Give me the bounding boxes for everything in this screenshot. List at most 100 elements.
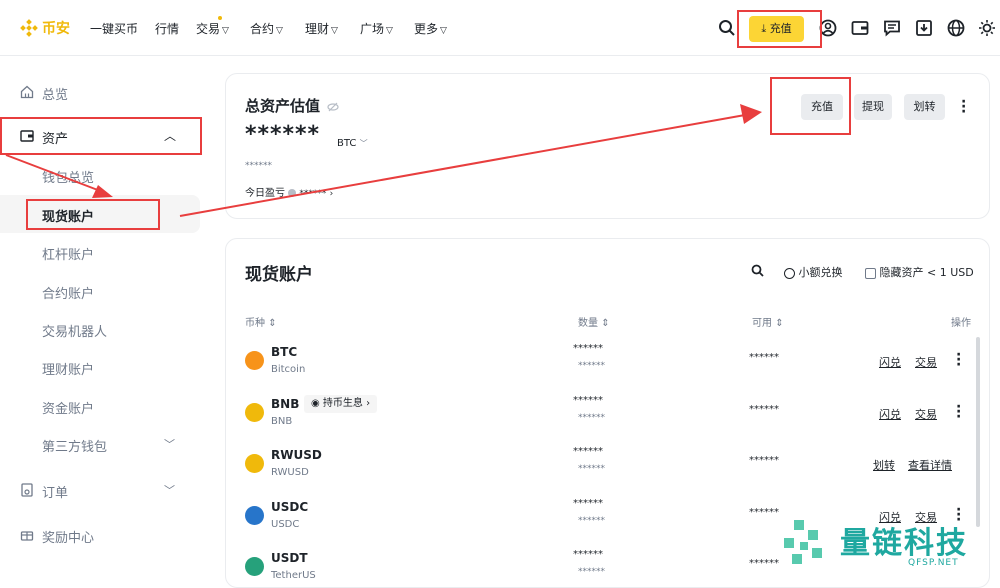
top-navigation: 币安 一键买币 行情 交易 ▽ 合约 ▽ 理财 ▽ 广场 ▽ 更多 ▽ ⤓ 充值: [0, 0, 1000, 56]
chevron-down-icon: ▽: [440, 26, 447, 36]
fiat-value-masked: ******: [245, 161, 272, 171]
convert-icon: [784, 267, 795, 279]
chevron-right-icon[interactable]: ›: [330, 189, 334, 199]
search-icon[interactable]: [751, 264, 764, 277]
transfer-button[interactable]: 划转: [904, 94, 945, 120]
coin-name: RWUSD: [271, 467, 309, 478]
sidebar-item-wallet-overview[interactable]: 钱包总览: [0, 156, 200, 194]
sort-icon: ⇕: [601, 318, 610, 329]
theme-sun-icon[interactable]: [977, 18, 997, 38]
column-header-available[interactable]: 可用 ⇕: [752, 314, 784, 329]
watermark-subtext: QFSP.NET: [908, 558, 959, 568]
globe-icon[interactable]: [946, 18, 966, 38]
info-icon[interactable]: [288, 189, 297, 197]
download-app-icon[interactable]: [914, 18, 934, 38]
hold-to-earn-badge[interactable]: ◉ 持币生息 ›: [304, 395, 378, 413]
deposit-button-top[interactable]: ⤓ 充值: [749, 16, 804, 42]
coin-name: Bitcoin: [271, 364, 306, 375]
nav-square[interactable]: 广场 ▽: [360, 20, 393, 37]
watermark-icon: [784, 520, 822, 564]
todays-pnl: 今日盈亏 ****** ›: [245, 188, 334, 199]
download-icon: ⤓: [761, 22, 767, 35]
amount-value: ******: [573, 343, 603, 354]
checkbox[interactable]: [865, 267, 876, 279]
wallet-icon[interactable]: [850, 18, 870, 38]
action-link-2[interactable]: 查看详情: [908, 457, 952, 473]
scrollbar[interactable]: [976, 337, 980, 527]
chevron-down-icon: ﹀: [359, 139, 368, 148]
currency-selector[interactable]: BTC ﹀: [337, 138, 368, 149]
amount-value: ******: [573, 395, 603, 406]
sidebar-item-assets[interactable]: 资产 ︿: [0, 117, 200, 155]
message-icon[interactable]: [882, 18, 902, 38]
available-value: ******: [749, 352, 779, 363]
sidebar-item-third-party-wallet[interactable]: 第三方钱包 ﹀: [0, 425, 200, 463]
spot-account-title: 现货账户: [245, 265, 313, 285]
available-value: ******: [749, 455, 779, 466]
nav-markets[interactable]: 行情: [155, 20, 179, 37]
coin-name: BNB: [271, 416, 293, 427]
column-header-coin[interactable]: 币种 ⇕: [245, 314, 277, 329]
chevron-down-icon: ﹀: [164, 484, 175, 497]
chevron-up-icon: ︿: [164, 129, 177, 143]
sidebar-item-spot-account[interactable]: 现货账户: [0, 195, 200, 233]
brand-name: 币安: [42, 21, 70, 37]
chevron-down-icon: ▽: [386, 26, 393, 36]
action-link-2[interactable]: 交易: [915, 354, 937, 370]
more-options-icon[interactable]: · · ·: [961, 95, 966, 119]
action-link-1[interactable]: 划转: [873, 457, 895, 473]
amount-value: ******: [573, 549, 603, 560]
nav-buy-crypto[interactable]: 一键买币: [90, 20, 138, 37]
sort-icon: ⇕: [775, 318, 784, 329]
coin-symbol: BTC: [271, 345, 298, 359]
action-link-2[interactable]: 交易: [915, 406, 937, 422]
action-link-1[interactable]: 闪兑: [879, 354, 901, 370]
binance-logo-icon: [20, 19, 38, 37]
user-icon[interactable]: [818, 18, 838, 38]
column-header-action: 操作: [951, 318, 971, 329]
total-value-masked: ******: [245, 122, 321, 147]
sidebar-item-funding-account[interactable]: 资金账户: [0, 387, 200, 425]
sidebar-item-trading-bots[interactable]: 交易机器人: [0, 310, 200, 348]
row-more-icon[interactable]: · · ·: [956, 348, 961, 372]
amount-value: ******: [573, 446, 603, 457]
nav-futures[interactable]: 合约 ▽: [250, 20, 283, 37]
wallet-icon: [20, 130, 34, 142]
chevron-down-icon: ▽: [222, 26, 229, 36]
row-more-icon[interactable]: · · ·: [956, 400, 961, 424]
eye-off-icon[interactable]: [327, 101, 339, 113]
column-header-amount[interactable]: 数量 ⇕: [578, 314, 610, 329]
gift-icon: [20, 531, 34, 541]
sidebar-item-futures-account[interactable]: 合约账户: [0, 272, 200, 310]
nav-more[interactable]: 更多 ▽: [414, 20, 447, 37]
chevron-right-icon: ›: [366, 398, 371, 409]
coin-btc-icon: [245, 351, 264, 370]
coin-bnb-icon: [245, 403, 264, 422]
nav-trade[interactable]: 交易 ▽: [196, 16, 229, 37]
amount-value: ******: [573, 498, 603, 509]
sidebar-item-earn-account[interactable]: 理财账户: [0, 348, 200, 386]
small-balance-convert[interactable]: 小额兑换: [784, 264, 843, 280]
amount-fiat-value: ******: [578, 464, 605, 474]
sidebar-item-margin-account[interactable]: 杠杆账户: [0, 233, 200, 271]
sidebar-item-rewards-center[interactable]: 奖励中心: [0, 516, 200, 554]
nav-earn[interactable]: 理财 ▽: [305, 20, 338, 37]
sidebar-item-overview[interactable]: 总览: [0, 73, 200, 111]
search-icon[interactable]: [717, 18, 737, 38]
hide-small-assets-toggle[interactable]: 隐藏资产 < 1 USD: [865, 264, 974, 280]
watermark-logo: 量链科技 QFSP.NET: [778, 514, 1000, 574]
deposit-button[interactable]: 充值: [801, 94, 843, 120]
coin-usdc-icon: [245, 506, 264, 525]
coin-name: USDC: [271, 519, 300, 530]
brand-logo[interactable]: 币安: [20, 18, 70, 38]
order-icon: [21, 483, 33, 497]
action-link-1[interactable]: 闪兑: [879, 406, 901, 422]
coin-symbol: USDC: [271, 500, 309, 514]
coin-name: TetherUS: [271, 570, 316, 581]
withdraw-button[interactable]: 提现: [854, 94, 892, 120]
sidebar-item-orders[interactable]: 订单 ﹀: [0, 471, 200, 509]
amount-fiat-value: ******: [578, 361, 605, 371]
amount-fiat-value: ******: [578, 567, 605, 577]
notification-dot: [218, 16, 222, 20]
amount-fiat-value: ******: [578, 413, 605, 423]
